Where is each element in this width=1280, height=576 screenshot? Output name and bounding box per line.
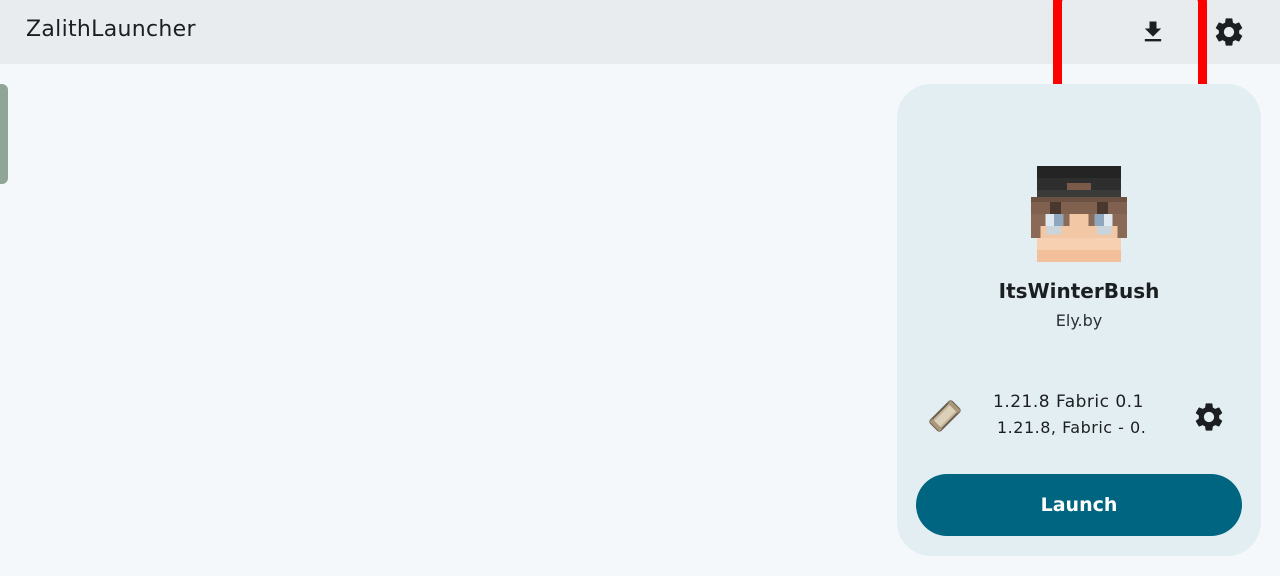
top-app-bar: ZalithLauncher (0, 0, 1280, 64)
version-selector[interactable]: 1.21.8 Fabric 0.1 1.21.8, Fabric - 0. (897, 390, 1261, 442)
gear-icon (1215, 18, 1243, 46)
player-avatar[interactable] (1028, 166, 1130, 262)
fabric-icon (929, 400, 961, 432)
version-description: 1.21.8, Fabric - 0. (997, 418, 1147, 437)
version-name: 1.21.8 Fabric 0.1 (993, 392, 1144, 412)
app-title: ZalithLauncher (26, 17, 196, 42)
side-drawer-handle[interactable] (0, 84, 8, 184)
version-settings-button[interactable] (1190, 398, 1228, 436)
gear-icon (1195, 403, 1223, 431)
download-button[interactable] (1131, 10, 1175, 54)
account-panel: ItsWinterBush Ely.by 1.21.8 Fabric 0.1 1… (897, 84, 1261, 556)
download-icon (1144, 21, 1162, 42)
settings-button[interactable] (1207, 10, 1251, 54)
account-type: Ely.by (1055, 311, 1103, 330)
launch-button[interactable]: Launch (916, 474, 1242, 536)
account-username: ItsWinterBush (998, 279, 1160, 303)
